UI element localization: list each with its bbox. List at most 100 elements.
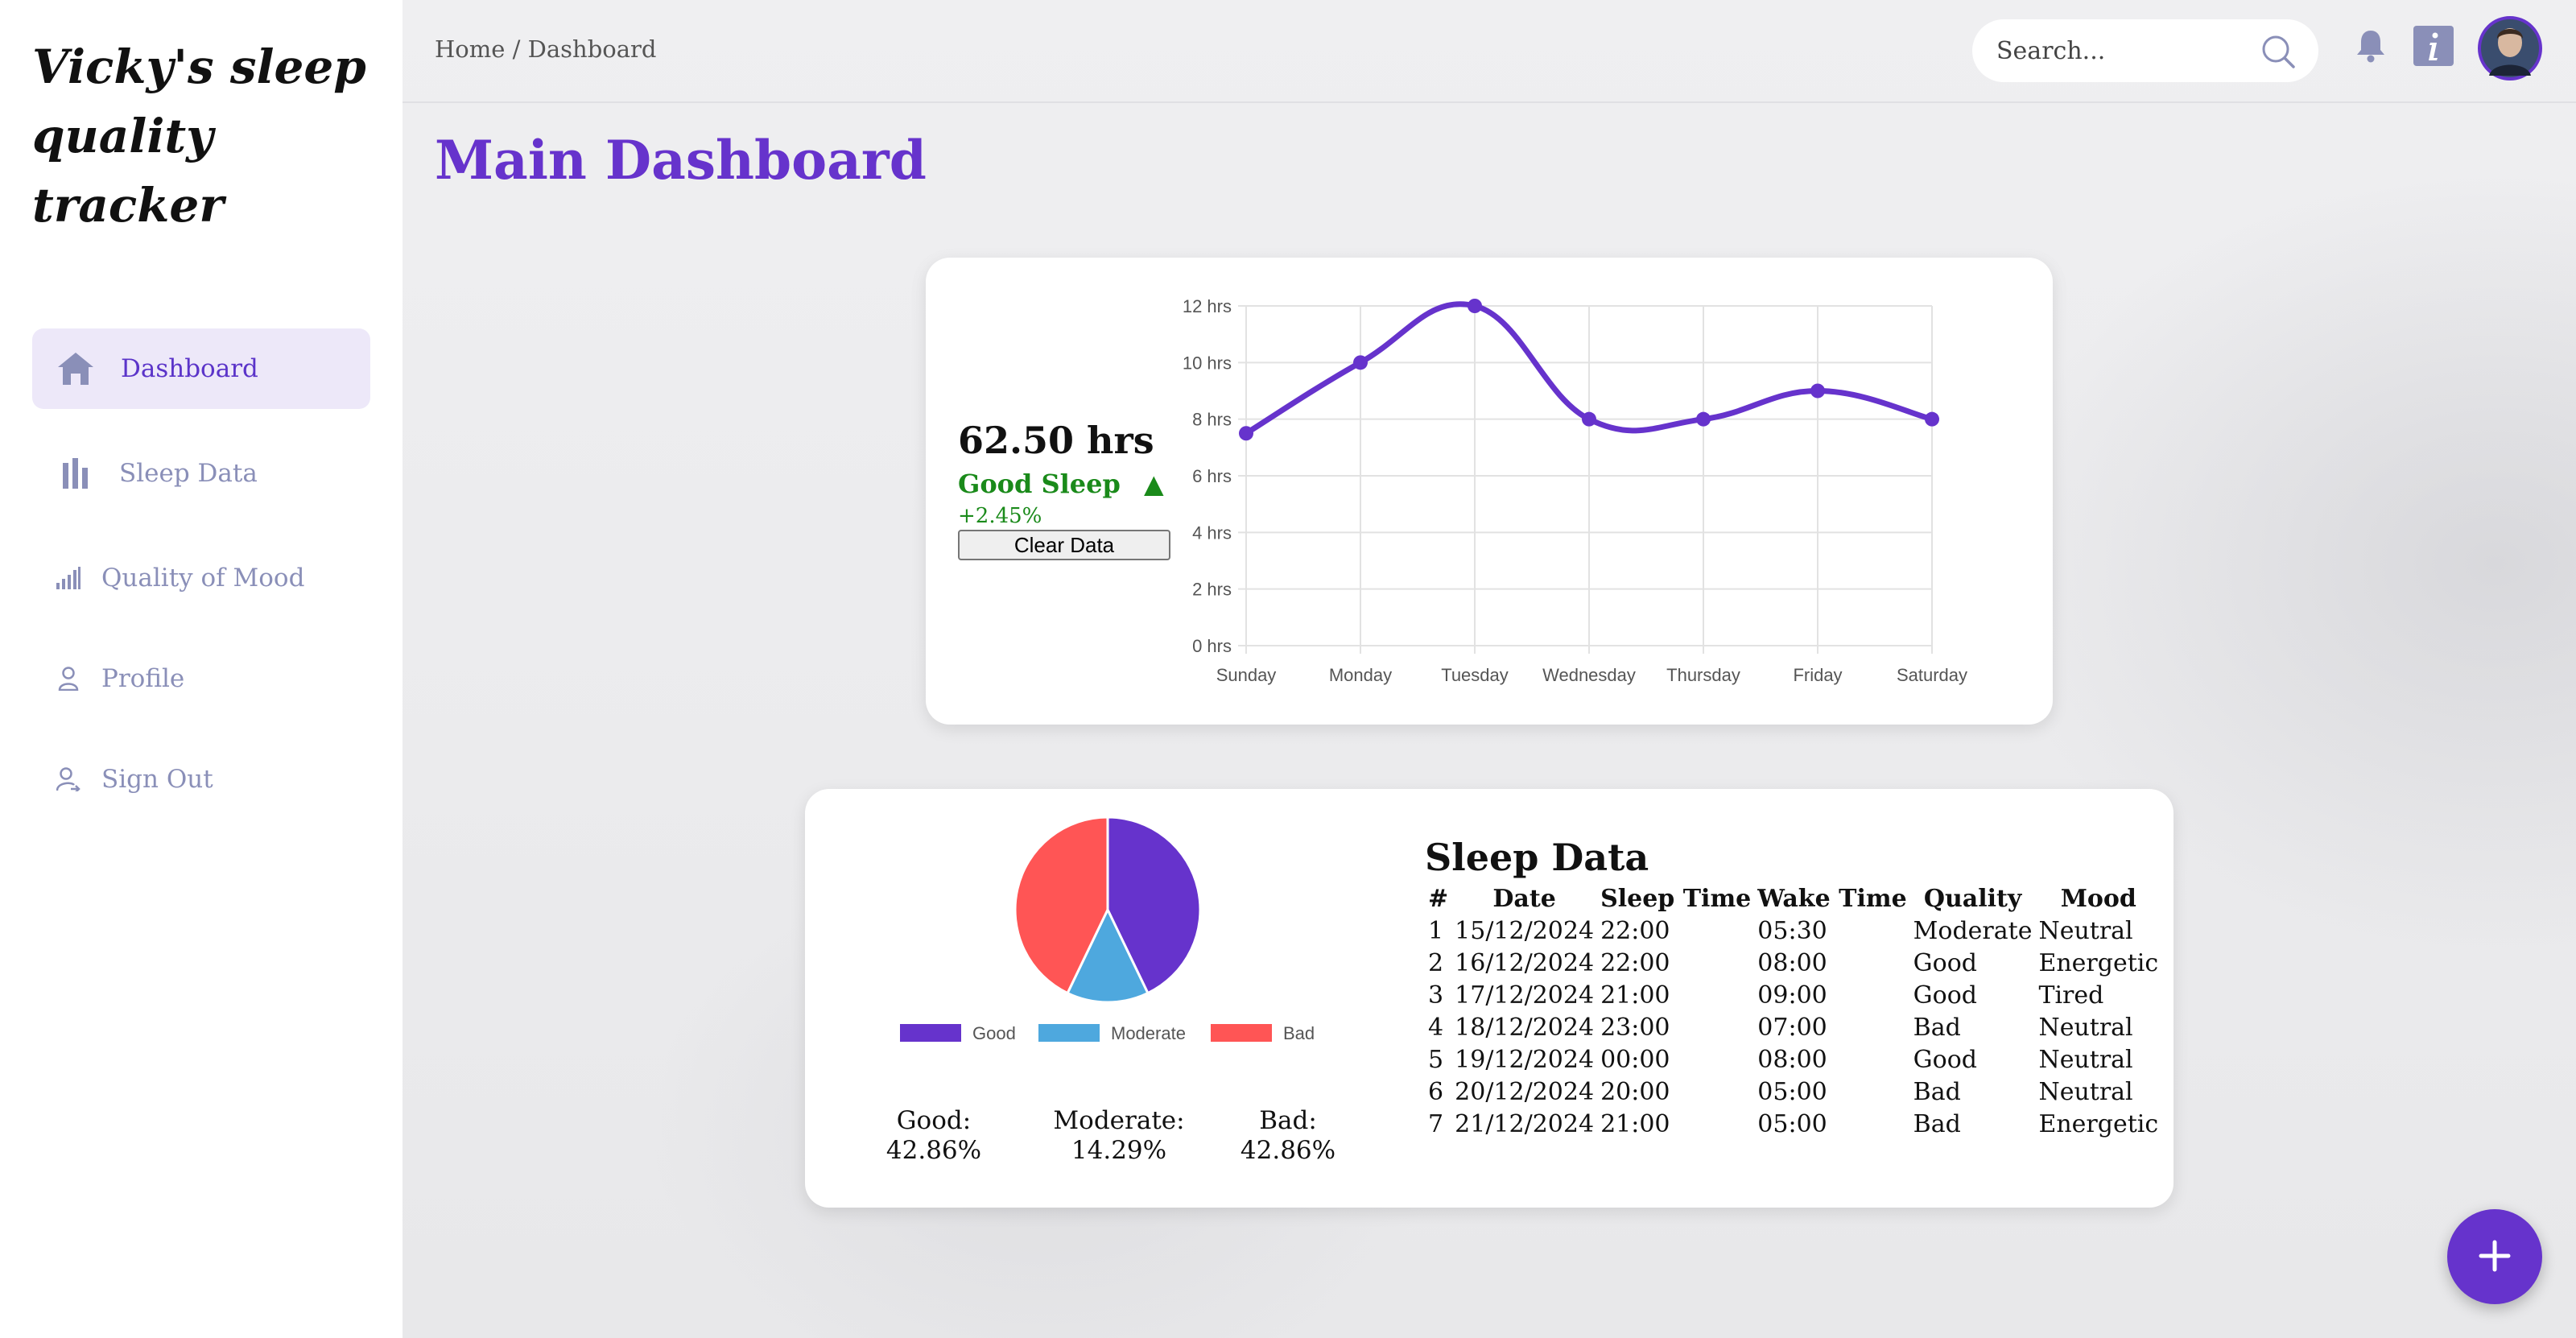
table-cell: Good xyxy=(1913,1045,1977,1074)
bell-icon[interactable] xyxy=(2355,29,2386,66)
sidebar-item-sign-out[interactable]: Sign Out xyxy=(32,739,370,820)
table-cell: 07:00 xyxy=(1757,1013,1827,1042)
table-cell: 08:00 xyxy=(1757,948,1827,977)
sidebar: Vicky's sleep quality tracker Dashboard … xyxy=(0,0,402,1338)
search-box[interactable] xyxy=(1972,19,2318,82)
data-point[interactable] xyxy=(1582,411,1596,427)
sleep-data-table: # Date Sleep Time Wake Time Quality Mood 1 15/… xyxy=(1425,882,2161,1140)
user-icon xyxy=(56,667,80,691)
search-input[interactable] xyxy=(1996,36,2254,65)
table-cell: 20/12/2024 xyxy=(1455,1077,1595,1106)
y-tick-label: 0 hrs xyxy=(1192,636,1232,656)
data-point[interactable] xyxy=(1925,411,1939,427)
data-point[interactable] xyxy=(1239,426,1253,441)
sidebar-item-profile[interactable]: Profile xyxy=(32,638,370,719)
y-tick-label: 10 hrs xyxy=(1183,353,1232,373)
table-cell: 15/12/2024 xyxy=(1455,916,1595,945)
table-row: 6 20/12/2024 20:00 05:00 Bad Neutral xyxy=(1425,1076,2161,1108)
table-cell: 22:00 xyxy=(1600,948,1670,977)
home-icon xyxy=(55,351,97,386)
weekly-sleep-card: 62.50 hrs Good Sleep ▲ +2.45% Clear Data… xyxy=(926,258,2053,725)
table-cell: 21:00 xyxy=(1600,1109,1670,1138)
table-cell: 05:00 xyxy=(1757,1109,1827,1138)
table-cell: 6 xyxy=(1428,1077,1444,1106)
table-row: 5 19/12/2024 00:00 08:00 Good Neutral xyxy=(1425,1043,2161,1076)
sleep-data-title: Sleep Data xyxy=(1425,836,1649,879)
table-cell: 7 xyxy=(1428,1109,1444,1138)
sidebar-item-label: Quality of Mood xyxy=(101,564,305,593)
sidebar-item-dashboard[interactable]: Dashboard xyxy=(32,328,370,409)
table-cell: 16/12/2024 xyxy=(1455,948,1595,977)
table-cell: Neutral xyxy=(2038,916,2133,945)
y-tick-label: 6 hrs xyxy=(1192,466,1232,486)
table-cell: Moderate xyxy=(1913,916,2033,945)
table-cell: 21/12/2024 xyxy=(1455,1109,1595,1138)
sidebar-item-label: Dashboard xyxy=(121,354,258,383)
sidebar-item-label: Sign Out xyxy=(101,765,213,794)
table-cell: 19/12/2024 xyxy=(1455,1045,1595,1074)
sidebar-item-sleep-data[interactable]: Sleep Data xyxy=(32,433,370,514)
x-tick-label: Saturday xyxy=(1897,665,1967,685)
table-cell: 17/12/2024 xyxy=(1455,981,1595,1010)
sign-out-user-icon xyxy=(56,767,80,791)
table-cell: Bad xyxy=(1913,1077,1961,1106)
sidebar-item-label: Sleep Data xyxy=(119,459,258,488)
table-header-cell: Sleep Time xyxy=(1600,884,1752,913)
sleep-quality-pie-chart: Good Moderate Bad xyxy=(900,816,1315,1043)
x-tick-label: Wednesday xyxy=(1542,665,1636,685)
y-tick-label: 4 hrs xyxy=(1192,522,1232,543)
data-point[interactable] xyxy=(1353,355,1368,370)
x-tick-label: Tuesday xyxy=(1441,665,1509,685)
table-row: 1 15/12/2024 22:00 05:30 Moderate Neutral xyxy=(1425,915,2161,947)
page-title: Main Dashboard xyxy=(435,129,927,192)
table-cell: 00:00 xyxy=(1600,1045,1670,1074)
table-cell: 18/12/2024 xyxy=(1455,1013,1595,1042)
legend-label: Bad xyxy=(1283,1023,1315,1043)
table-row: 3 17/12/2024 21:00 09:00 Good Tired xyxy=(1425,979,2161,1011)
table-cell: Good xyxy=(1913,948,1977,977)
table-cell: 05:30 xyxy=(1757,916,1827,945)
table-row: 4 18/12/2024 23:00 07:00 Bad Neutral xyxy=(1425,1011,2161,1043)
table-cell: 3 xyxy=(1428,981,1444,1010)
table-cell: Energetic xyxy=(2038,948,2159,977)
bar-chart-icon xyxy=(60,458,92,489)
bad-percentage: Bad: 42.86% xyxy=(1240,1106,1336,1165)
table-cell: 1 xyxy=(1428,916,1444,945)
table-cell: Neutral xyxy=(2038,1077,2133,1106)
avatar[interactable] xyxy=(2478,16,2542,84)
table-header-cell: Wake Time xyxy=(1757,884,1907,913)
sleep-data-card: Good Moderate Bad Good: 42.86% Moderate: 1… xyxy=(805,789,2174,1208)
table-row: 2 16/12/2024 22:00 08:00 Good Energetic xyxy=(1425,947,2161,979)
sidebar-item-quality-of-mood[interactable]: Quality of Mood xyxy=(32,538,370,618)
signal-chart-icon xyxy=(55,567,82,589)
breadcrumb: Home / Dashboard xyxy=(435,35,657,63)
table-cell: Energetic xyxy=(2038,1109,2159,1138)
table-cell: 20:00 xyxy=(1600,1077,1670,1106)
table-header-cell: Quality xyxy=(1923,884,2022,913)
table-cell: Good xyxy=(1913,981,1977,1010)
add-entry-button[interactable] xyxy=(2447,1209,2542,1304)
data-point[interactable] xyxy=(1696,411,1711,427)
good-percentage: Good: 42.86% xyxy=(886,1106,982,1165)
moderate-percentage: Moderate: 14.29% xyxy=(1053,1106,1185,1165)
x-tick-label: Thursday xyxy=(1666,665,1740,685)
table-header-cell: Mood xyxy=(2060,884,2136,913)
brand-title: Vicky's sleep quality tracker xyxy=(32,39,366,233)
weekly-sleep-line-chart: 0 hrs 2 hrs 4 hrs 6 hrs 8 hrs 10 hrs 12 hrs Sun… xyxy=(1183,296,1967,685)
table-header-row: # Date Sleep Time Wake Time Quality Mood xyxy=(1425,882,2161,915)
legend-swatch xyxy=(900,1024,961,1042)
legend-label: Moderate xyxy=(1111,1023,1186,1043)
search-icon[interactable] xyxy=(2260,34,2296,72)
data-point[interactable] xyxy=(1468,299,1482,313)
legend-swatch xyxy=(1038,1024,1100,1042)
info-icon[interactable] xyxy=(2413,26,2454,69)
y-tick-label: 12 hrs xyxy=(1183,296,1232,316)
legend-label: Good xyxy=(972,1023,1016,1043)
table-cell: 4 xyxy=(1428,1013,1444,1042)
y-tick-label: 8 hrs xyxy=(1192,410,1232,430)
plus-icon xyxy=(2479,1240,2511,1274)
legend-swatch xyxy=(1211,1024,1272,1042)
data-point[interactable] xyxy=(1810,383,1825,399)
table-header-cell: Date xyxy=(1492,884,1556,913)
y-tick-label: 2 hrs xyxy=(1192,580,1232,600)
